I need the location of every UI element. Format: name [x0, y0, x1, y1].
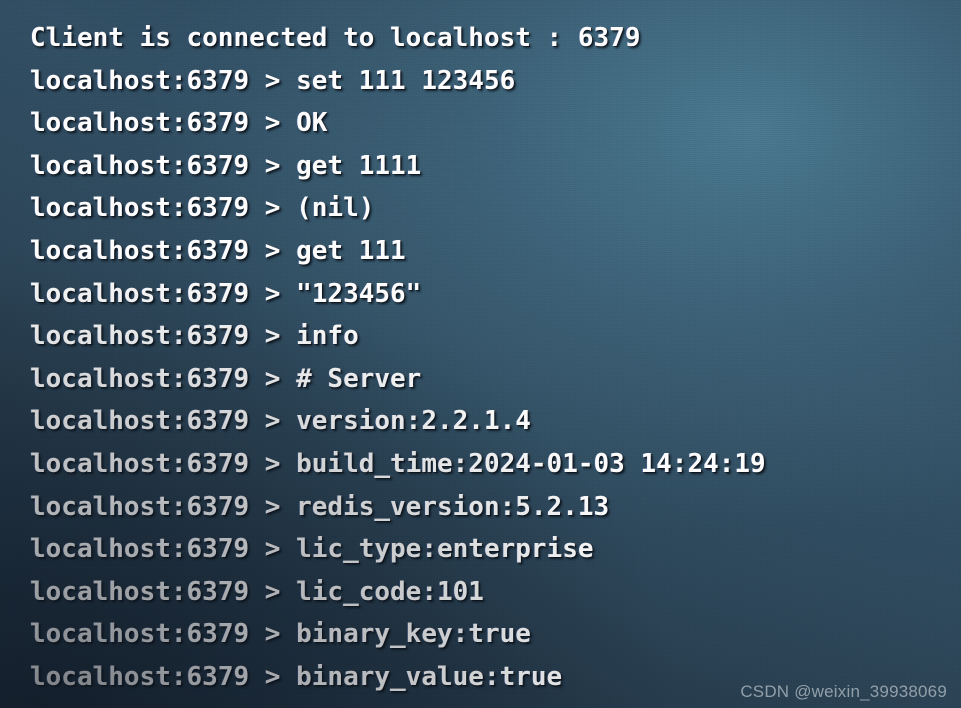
console-line: localhost:6379 > build_time:2024-01-03 1…: [30, 448, 766, 479]
csdn-watermark: CSDN @weixin_39938069: [740, 682, 947, 701]
console-line: localhost:6379 > OK: [30, 108, 328, 139]
console-line: localhost:6379 > binary_key:true: [30, 619, 531, 650]
console-line: localhost:6379 > redis_version:5.2.13: [30, 491, 610, 522]
terminal-window[interactable]: Client is connected to localhost : 6379 …: [0, 0, 961, 708]
console-output[interactable]: Client is connected to localhost : 6379 …: [0, 0, 961, 699]
console-line: localhost:6379 > # Server: [30, 363, 422, 394]
console-line: localhost:6379 > lic_type:enterprise: [30, 534, 594, 565]
console-line: localhost:6379 > get 111: [30, 235, 406, 266]
console-line: localhost:6379 > info: [30, 321, 359, 352]
console-line: localhost:6379 > get 1111: [30, 150, 422, 181]
console-line: localhost:6379 > "123456": [30, 278, 422, 309]
console-line: Client is connected to localhost : 6379: [30, 23, 641, 53]
console-line: localhost:6379 > lic_code:101: [30, 576, 484, 607]
console-line: localhost:6379 > set 111 123456: [30, 65, 516, 96]
console-line: localhost:6379 > (nil): [30, 193, 375, 224]
console-line: localhost:6379 > version:2.2.1.4: [30, 406, 531, 437]
